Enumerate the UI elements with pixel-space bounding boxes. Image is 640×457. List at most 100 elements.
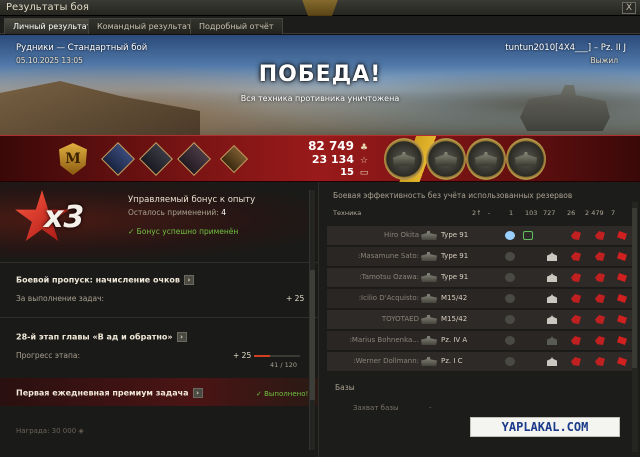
- divider: [0, 262, 318, 263]
- spot-icon: [505, 336, 515, 345]
- battle-pass-task-label: За выполнение задач:: [16, 294, 105, 303]
- hit-icon: [571, 315, 581, 324]
- efficiency-title: Боевая эффективность без учёта использов…: [333, 191, 573, 200]
- left-scrollbar[interactable]: [309, 190, 315, 450]
- hit-icon: [571, 231, 581, 240]
- tank-icon: [421, 336, 437, 345]
- rewards-band: M 82 749 ♣ 23 134 ☆ 15 ▭: [0, 135, 640, 183]
- mastery-badge-icon[interactable]: M: [55, 140, 91, 178]
- damage-icon: [595, 231, 605, 240]
- hit-icon: [571, 357, 581, 366]
- site-watermark: YAPLAKAL.COM: [470, 417, 620, 437]
- bases-heading: Базы: [335, 383, 355, 392]
- tank-icon: [421, 294, 437, 303]
- bonus-uses-left: Осталось применений: 4: [128, 208, 226, 217]
- tank-icon: [421, 315, 437, 324]
- col-vehicle[interactable]: Техника: [333, 209, 361, 217]
- col-spotted[interactable]: 2↑: [472, 209, 482, 217]
- ticket-icon: ▭: [359, 168, 369, 178]
- achievement-badge-icon[interactable]: [216, 140, 252, 178]
- tab-team-result[interactable]: Командный результат: [88, 18, 201, 34]
- damage-icon: [595, 252, 605, 261]
- table-row[interactable]: TOYOTAED M15/42: [327, 310, 633, 330]
- divider: [0, 317, 318, 318]
- spot-icon: [505, 231, 515, 240]
- battle-pass-open-button[interactable]: ›: [184, 275, 194, 285]
- base-capture-value: -: [429, 404, 432, 412]
- tank-name: Pz. IV A: [441, 336, 468, 344]
- base-capture-label: Захват базы: [353, 404, 399, 412]
- crystals-value: 15: [340, 167, 354, 178]
- medal-tank-icon[interactable]: [384, 138, 424, 180]
- player-name: :Icilio D'Acquisto:: [358, 294, 419, 302]
- chapter-stage-open-button[interactable]: ›: [176, 332, 187, 342]
- table-row[interactable]: :Werner Dollmann: Pz. I C: [327, 352, 633, 372]
- kill-icon: [617, 294, 627, 303]
- table-row[interactable]: :Masamune Sato: Type 91: [327, 247, 633, 267]
- battle-result-subtitle: Вся техника противника уничтожена: [240, 94, 400, 103]
- table-row[interactable]: :Icilio D'Acquisto: M15/42: [327, 289, 633, 309]
- bonus-title: Управляемый бонус к опыту: [128, 195, 256, 205]
- col-crits[interactable]: 1: [509, 209, 513, 217]
- kill-icon: [617, 357, 627, 366]
- player-name: :Tamotsu Ozawa:: [359, 273, 419, 281]
- map-and-mode: Рудники — Стандартный бой: [16, 43, 148, 53]
- premium-task-heading: Первая ежедневная премиум задача ›: [16, 388, 203, 398]
- col-assist[interactable]: -: [488, 209, 490, 217]
- hit-icon: [571, 273, 581, 282]
- col-hits[interactable]: 26: [567, 209, 575, 217]
- bonus-multiplier: x3: [44, 200, 85, 235]
- medal-tank-icon[interactable]: [426, 138, 466, 180]
- premium-reward: Награда: 30 000 ◈: [16, 427, 84, 435]
- blocked-icon: [547, 273, 557, 282]
- blocked-icon: [547, 315, 557, 324]
- stage-progress-bar: [254, 355, 300, 357]
- col-blocked[interactable]: 727: [543, 209, 555, 217]
- col-assist-damage[interactable]: 103: [525, 209, 537, 217]
- blocked-icon: [547, 252, 557, 261]
- tank-name: M15/42: [441, 294, 468, 302]
- table-row[interactable]: :Tamotsu Ozawa: Type 91: [327, 268, 633, 288]
- spot-icon: [505, 252, 515, 261]
- table-row[interactable]: Hiro Okita Type 91: [327, 226, 633, 246]
- achievement-badge-icon[interactable]: [138, 140, 174, 178]
- premium-task-open-button[interactable]: ›: [192, 388, 203, 398]
- rank-emblem-icon: [300, 0, 340, 16]
- spot-icon: [505, 357, 515, 366]
- hit-icon: [571, 336, 581, 345]
- damage-icon: [595, 336, 605, 345]
- medal-tank-icon[interactable]: [466, 138, 506, 180]
- medal-order-icon[interactable]: [506, 138, 546, 180]
- tank-name: Pz. I C: [441, 357, 463, 365]
- table-row[interactable]: :Marius Bohnenka... Pz. IV A: [327, 331, 633, 351]
- credits-value: 82 749: [308, 139, 354, 153]
- close-button[interactable]: X: [622, 2, 636, 14]
- battle-pass-task-value: + 25: [286, 294, 305, 303]
- achievement-badge-icon[interactable]: [100, 140, 136, 178]
- map-scenery: [0, 81, 200, 135]
- player-name: :Werner Dollmann:: [353, 357, 419, 365]
- tab-personal-result[interactable]: Личный результат: [4, 18, 101, 34]
- tab-bar: Личный результат Командный результат Под…: [0, 16, 640, 34]
- col-kills[interactable]: 7: [611, 209, 615, 217]
- personal-progress-panel: x3 Управляемый бонус к опыту Осталось пр…: [0, 182, 318, 457]
- battle-earnings: 82 749 ♣ 23 134 ☆ 15 ▭: [280, 140, 370, 179]
- kill-icon: [617, 273, 627, 282]
- player-status: Выжил: [590, 56, 619, 65]
- player-name: Hiro Okita: [384, 231, 419, 239]
- tab-detailed-report[interactable]: Подробный отчёт: [190, 18, 283, 34]
- spot-icon: [505, 273, 515, 282]
- kill-icon: [617, 315, 627, 324]
- kill-icon: [617, 231, 627, 240]
- window-title: Результаты боя: [6, 2, 89, 13]
- experience-value: 23 134: [311, 153, 354, 166]
- efficiency-panel: Боевая эффективность без учёта использов…: [318, 182, 640, 457]
- damage-icon: [595, 357, 605, 366]
- stage-progress-count: 41 / 120: [270, 361, 297, 369]
- achievement-badge-icon[interactable]: [176, 140, 212, 178]
- tank-icon: [421, 252, 437, 261]
- tank-name: Type 91: [441, 231, 469, 239]
- tank-name: Type 91: [441, 252, 469, 260]
- right-scrollbar[interactable]: [632, 202, 638, 452]
- col-damage[interactable]: 2 479: [585, 209, 604, 217]
